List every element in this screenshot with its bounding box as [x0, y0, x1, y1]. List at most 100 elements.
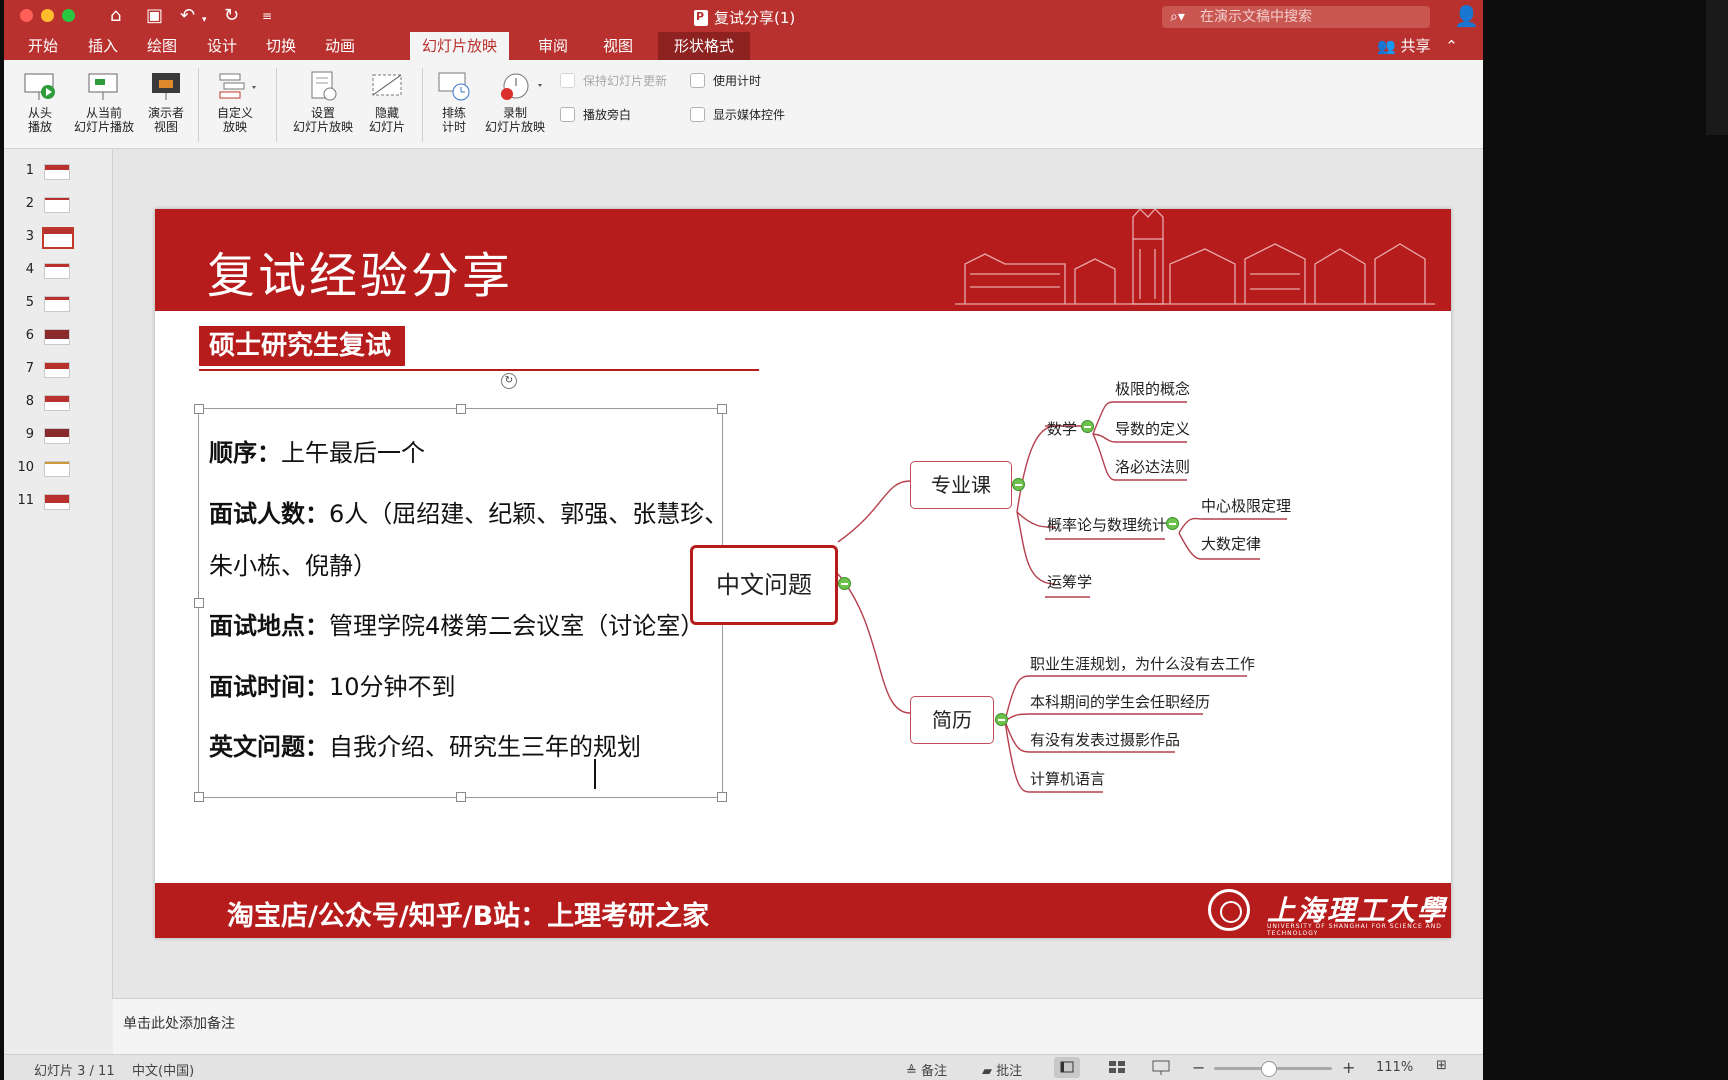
add-person-icon: 👥: [1377, 37, 1396, 55]
search-icon: ⌕▾: [1170, 9, 1185, 25]
zoom-level[interactable]: 111%: [1376, 1060, 1413, 1075]
mindmap-node-major[interactable]: 专业课: [910, 461, 1012, 509]
setup-slideshow-icon: [306, 70, 340, 102]
tab-view[interactable]: 视图: [603, 32, 633, 60]
mindmap-leaf[interactable]: 洛必达法则: [1115, 456, 1190, 477]
play-narration-checkbox[interactable]: 播放旁白: [560, 106, 631, 123]
notes-placeholder: 单击此处添加备注: [123, 1016, 235, 1032]
slide-thumbnail[interactable]: 1: [4, 160, 104, 182]
share-button[interactable]: 👥 共享 ⌃: [1377, 32, 1458, 60]
tab-draw[interactable]: 绘图: [147, 32, 177, 60]
record-slideshow-button[interactable]: 录制 幻灯片放映: [480, 70, 550, 134]
tab-insert[interactable]: 插入: [88, 32, 118, 60]
show-media-controls-checkbox[interactable]: 显示媒体控件: [690, 106, 785, 123]
mindmap-node-resume[interactable]: 简历: [910, 696, 994, 744]
mindmap-leaf[interactable]: 本科期间的学生会任职经历: [1030, 691, 1210, 712]
status-bar: 幻灯片 3 / 11 中文(中国) ≜ 备注 ▰ 批注 − + 111% ⊞: [4, 1054, 1483, 1080]
slide[interactable]: 复试经验分享 硕士研究生复试 ↻ 顺序：上午最后一个 面试人数：6人（屈绍建、纪…: [155, 209, 1451, 938]
mindmap-leaf[interactable]: 职业生涯规划，为什么没有去工作: [1030, 653, 1255, 674]
notes-pane[interactable]: 单击此处添加备注: [113, 998, 1483, 1055]
footer-text[interactable]: 淘宝店/公众号/知乎/B站：上理考研之家: [227, 894, 709, 933]
tab-review[interactable]: 审阅: [538, 32, 568, 60]
slide-thumbnail[interactable]: 8: [4, 391, 104, 413]
collapse-toggle-icon[interactable]: [995, 713, 1008, 726]
slide-thumbnail[interactable]: 2: [4, 193, 104, 215]
notes-toggle-button[interactable]: ≜ 备注: [906, 1060, 947, 1079]
mindmap-leaf[interactable]: 导数的定义: [1115, 418, 1190, 439]
close-window-button[interactable]: [20, 9, 33, 22]
ribbon-separator: [276, 68, 277, 142]
fit-to-window-icon[interactable]: ⊞: [1436, 1058, 1447, 1073]
play-from-start-button[interactable]: 从头 播放: [20, 70, 60, 134]
tab-animations[interactable]: 动画: [325, 32, 355, 60]
language-indicator[interactable]: 中文(中国): [132, 1060, 194, 1079]
checkbox-box: [560, 73, 575, 88]
thumbnail-preview: [44, 494, 70, 510]
slide-thumbnail[interactable]: 7: [4, 358, 104, 380]
thumbnail-preview: [44, 329, 70, 345]
thumbnail-preview: [44, 428, 70, 444]
play-from-current-button[interactable]: 从当前 幻灯片播放: [70, 70, 138, 134]
custom-show-icon: [218, 70, 256, 102]
background-window-edge: [1706, 0, 1728, 135]
presenter-view-button[interactable]: 演示者 视图: [144, 70, 188, 134]
collapse-toggle-icon[interactable]: [1081, 420, 1094, 433]
tab-slideshow[interactable]: 幻灯片放映: [410, 32, 510, 60]
comments-toggle-button[interactable]: ▰ 批注: [982, 1060, 1022, 1079]
collapse-toggle-icon[interactable]: [838, 577, 851, 590]
tab-design[interactable]: 设计: [207, 32, 237, 60]
mindmap-leaf[interactable]: 大数定律: [1201, 533, 1261, 554]
keep-slides-updated-checkbox[interactable]: 保持幻灯片更新: [560, 72, 667, 89]
undo-icon[interactable]: ↶: [180, 6, 195, 26]
mindmap-leaf[interactable]: 极限的概念: [1115, 378, 1190, 399]
collapse-toggle-icon[interactable]: [1012, 478, 1025, 491]
redo-icon[interactable]: ↻: [224, 6, 239, 26]
mindmap-node-math[interactable]: 数学: [1047, 418, 1077, 439]
ribbon-tabs: 开始 插入 绘图 设计 切换 动画 幻灯片放映 审阅 视图 形状格式 👥 共享 …: [4, 32, 1483, 60]
mindmap-node-operations[interactable]: 运筹学: [1047, 571, 1092, 592]
custom-show-button[interactable]: 自定义 放映: [210, 70, 260, 134]
notes-icon: ≜: [906, 1064, 917, 1079]
slide-thumbnail-selected[interactable]: 3: [4, 226, 104, 249]
tab-transitions[interactable]: 切换: [266, 32, 296, 60]
zoom-in-button[interactable]: +: [1342, 1058, 1355, 1077]
profile-icon[interactable]: 👤: [1454, 4, 1479, 28]
slide-thumbnail[interactable]: 11: [4, 490, 104, 512]
zoom-window-button[interactable]: [62, 9, 75, 22]
save-icon[interactable]: ▣: [146, 6, 163, 26]
checkbox-box: [560, 107, 575, 122]
home-icon[interactable]: ⌂: [110, 6, 121, 26]
checkbox-box: [690, 73, 705, 88]
mindmap-node-probability[interactable]: 概率论与数理统计: [1047, 514, 1167, 535]
customize-toolbar-icon[interactable]: ≡: [262, 6, 272, 26]
slideshow-view-button[interactable]: [1148, 1057, 1174, 1078]
slide-thumbnail[interactable]: 10: [4, 457, 104, 479]
search-input[interactable]: ⌕▾ 在演示文稿中搜索: [1162, 6, 1430, 28]
slide-thumbnail[interactable]: 4: [4, 259, 104, 281]
zoom-out-button[interactable]: −: [1192, 1058, 1205, 1077]
window-title: 复试分享(1): [694, 7, 795, 28]
use-timings-checkbox[interactable]: 使用计时: [690, 72, 761, 89]
normal-view-button[interactable]: [1054, 1057, 1080, 1078]
minimize-window-button[interactable]: [41, 9, 54, 22]
slide-thumbnail[interactable]: 9: [4, 424, 104, 446]
mindmap-root-node[interactable]: 中文问题: [690, 545, 838, 625]
setup-slideshow-button[interactable]: 设置 幻灯片放映: [288, 70, 358, 134]
presenter-view-icon: [149, 70, 183, 102]
mindmap-leaf[interactable]: 有没有发表过摄影作品: [1030, 729, 1180, 750]
collapse-ribbon-icon[interactable]: ⌃: [1445, 37, 1458, 55]
undo-dropdown-icon[interactable]: ▾: [202, 10, 207, 30]
slide-thumbnail[interactable]: 5: [4, 292, 104, 314]
tab-home[interactable]: 开始: [28, 32, 58, 60]
collapse-toggle-icon[interactable]: [1166, 517, 1179, 530]
tab-shape-format[interactable]: 形状格式: [658, 32, 751, 60]
hide-slide-button[interactable]: 隐藏 幻灯片: [362, 70, 412, 134]
mindmap-leaf[interactable]: 中心极限定理: [1201, 495, 1291, 516]
rehearse-timings-button[interactable]: 排练 计时: [434, 70, 474, 134]
thumbnail-preview: [42, 227, 74, 249]
mindmap-leaf[interactable]: 计算机语言: [1030, 768, 1105, 789]
record-slideshow-icon: [498, 70, 542, 102]
zoom-slider-thumb[interactable]: [1261, 1061, 1278, 1077]
slide-thumbnail[interactable]: 6: [4, 325, 104, 347]
slide-sorter-view-button[interactable]: [1104, 1057, 1130, 1078]
